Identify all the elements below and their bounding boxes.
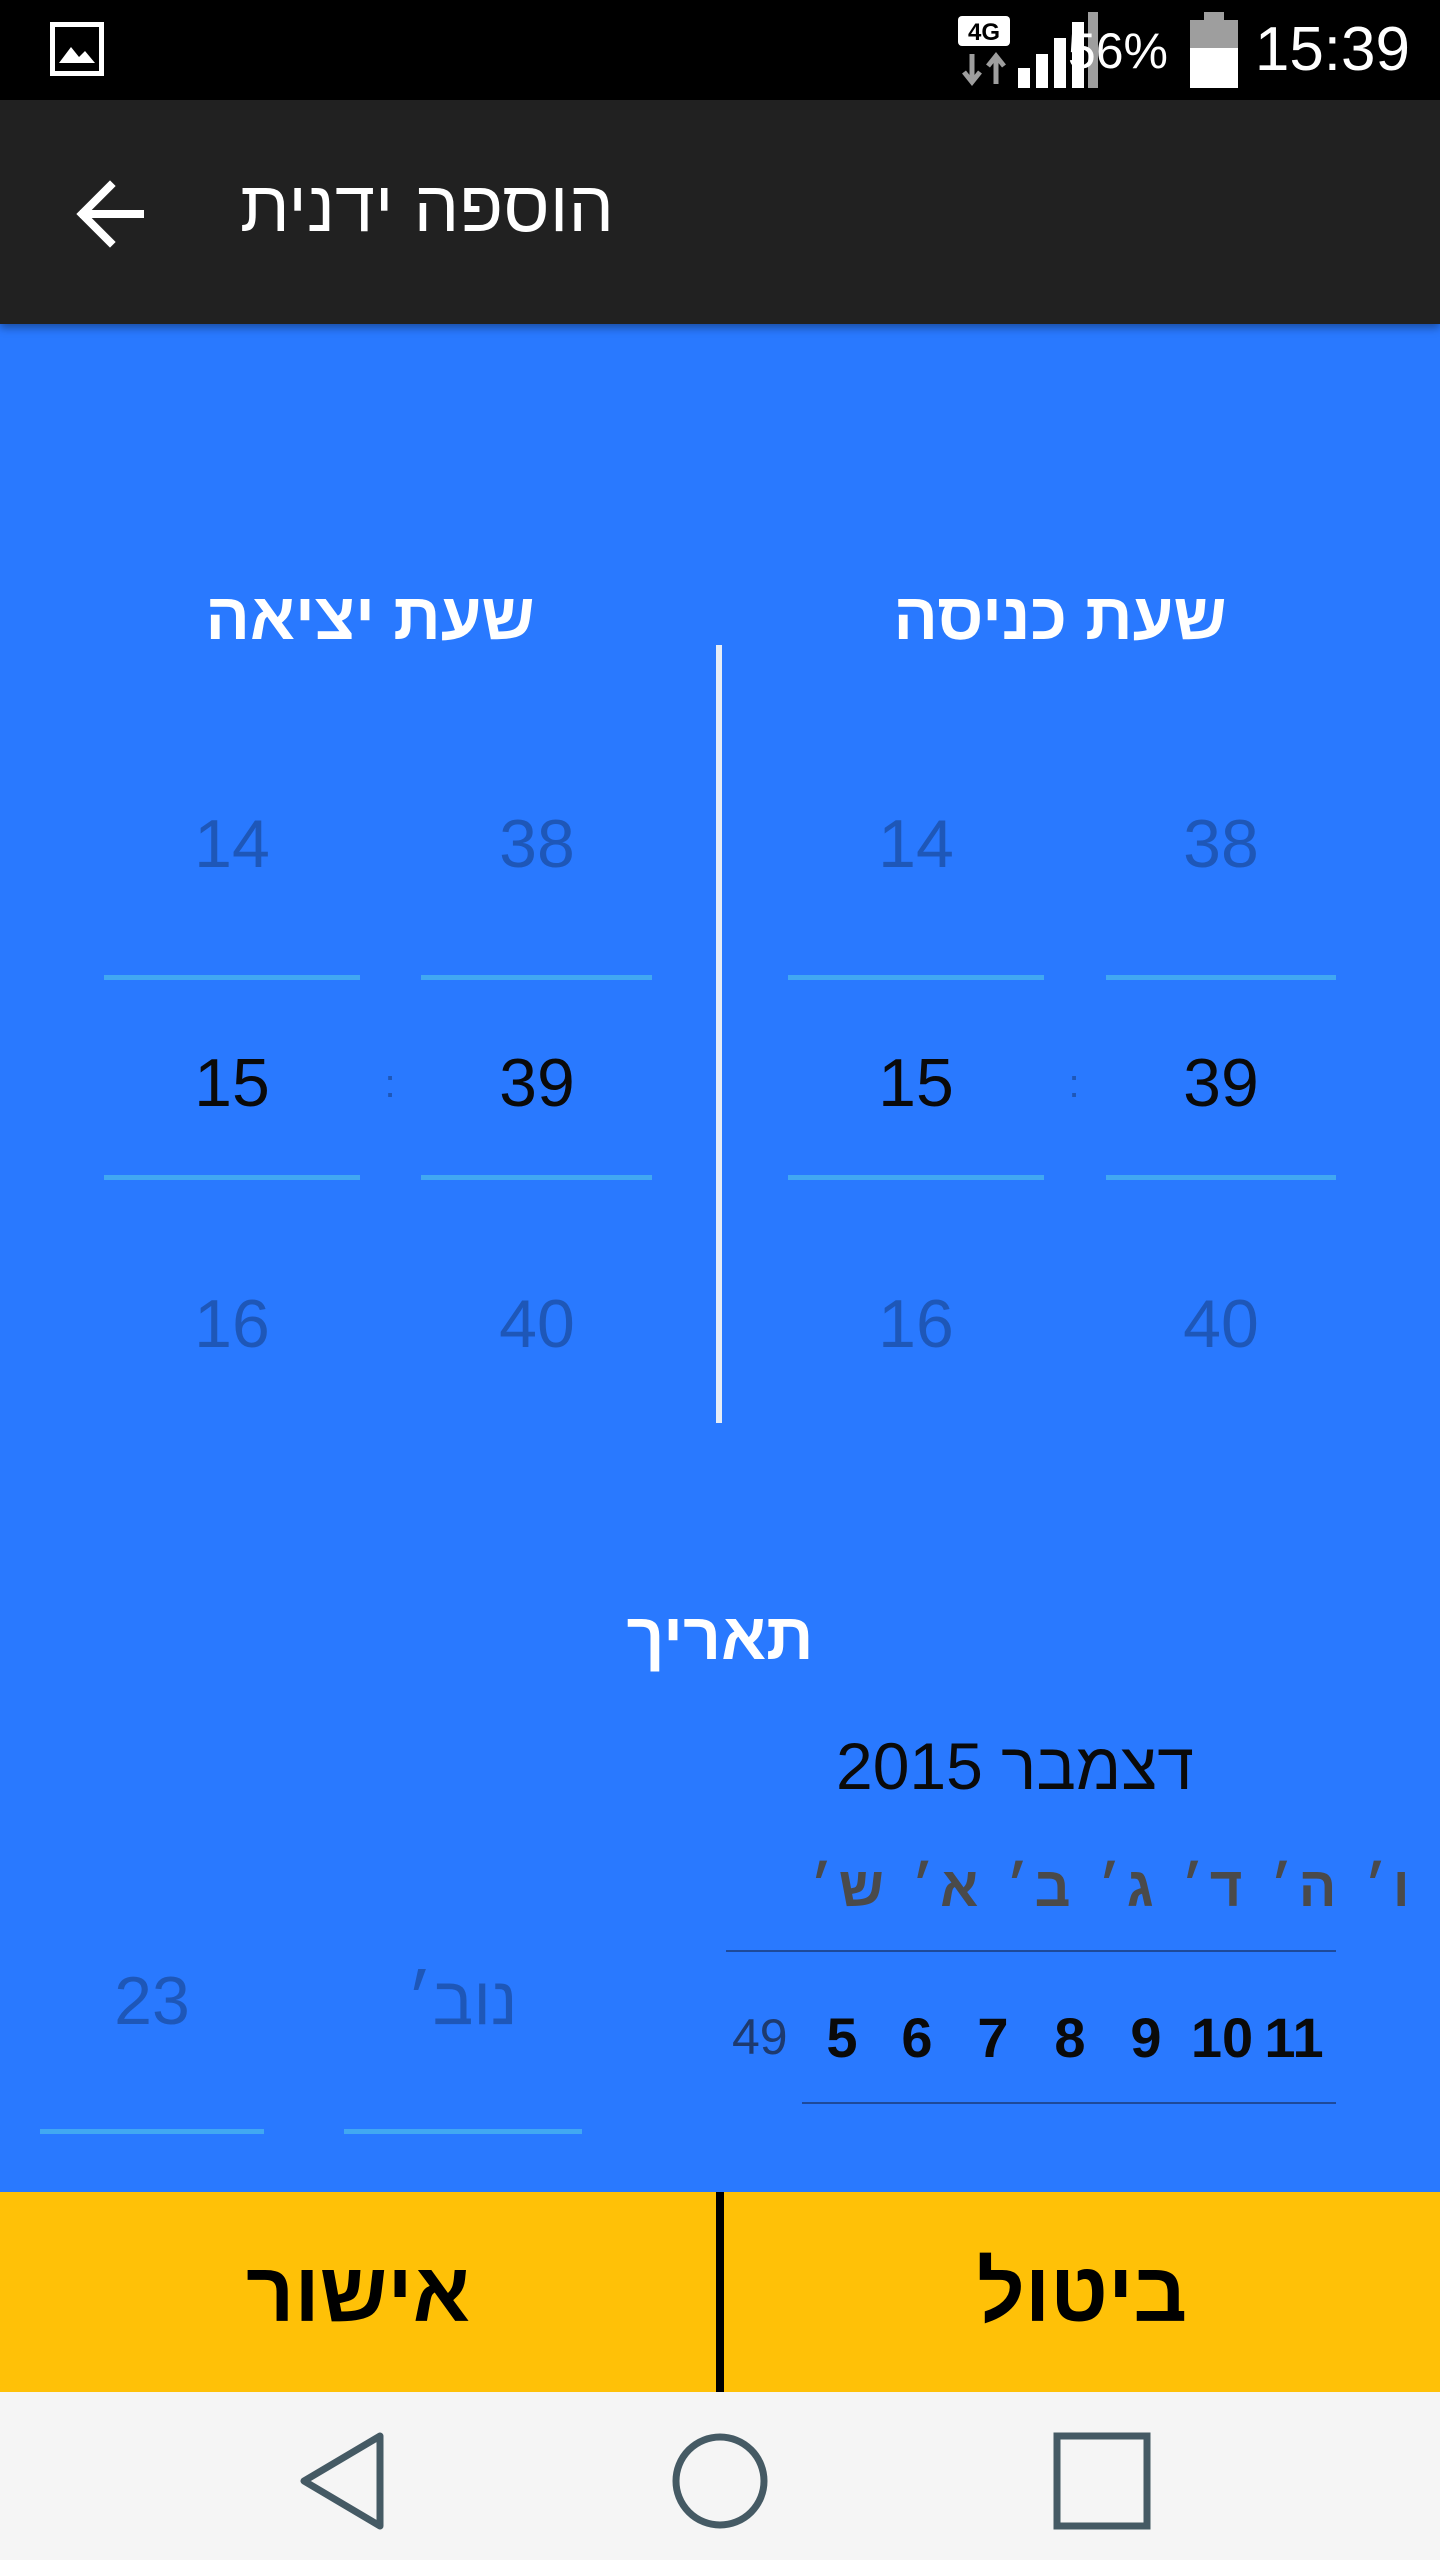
calendar-day[interactable]: 5 — [804, 2005, 880, 2070]
exit-minute-line-bottom — [421, 1175, 652, 1180]
entry-minute-prev[interactable]: 38 — [1121, 805, 1321, 883]
back-arrow-icon[interactable] — [70, 172, 154, 256]
date-day-line — [40, 2129, 264, 2134]
nav-recents-icon[interactable] — [1047, 2426, 1157, 2536]
date-month-line — [344, 2129, 582, 2134]
nav-home-icon[interactable] — [665, 2426, 775, 2536]
calendar-weekday-header: ו׳ ה׳ ד׳ ג׳ ב׳ א׳ ש׳ — [810, 1855, 1416, 1918]
calendar-month-label: דצמבר 2015 — [836, 1729, 1194, 1803]
gallery-notification-icon — [50, 22, 104, 76]
entry-minute-next[interactable]: 40 — [1121, 1285, 1321, 1363]
exit-hour-line-top — [104, 975, 360, 980]
page-title: הוספה ידנית — [240, 167, 615, 247]
entry-minute-line-top — [1106, 975, 1336, 980]
entry-hour-prev[interactable]: 14 — [816, 805, 1016, 883]
status-bar: 4G 56% 15:39 — [0, 0, 1440, 100]
system-nav-bar — [0, 2392, 1440, 2560]
exit-minute-prev[interactable]: 38 — [437, 805, 637, 883]
calendar-day[interactable]: 6 — [879, 2005, 955, 2070]
date-heading: תאריך — [626, 1599, 814, 1673]
exit-minute-selected[interactable]: 39 — [437, 1044, 637, 1122]
entry-minute-selected[interactable]: 39 — [1121, 1044, 1321, 1122]
exit-hour-selected[interactable]: 15 — [132, 1044, 332, 1122]
date-month-spinner[interactable]: נוב׳ — [362, 1962, 562, 2040]
calendar-week-number: 49 — [732, 2009, 788, 2065]
calendar-day[interactable]: 7 — [955, 2005, 1031, 2070]
entry-hour-line-top — [788, 975, 1044, 980]
exit-hour-next[interactable]: 16 — [132, 1285, 332, 1363]
button-separator — [716, 2192, 724, 2392]
battery-percentage: 56% — [1067, 23, 1168, 79]
calendar-week-divider — [802, 2102, 1336, 2104]
calendar-day[interactable]: 11 — [1256, 2005, 1332, 2070]
entry-time-heading: שעת כניסה — [893, 579, 1227, 653]
cancel-button[interactable]: ביטול — [724, 2192, 1440, 2392]
clock: 15:39 — [1254, 15, 1410, 84]
app-bar: הוספה ידנית — [0, 100, 1440, 324]
svg-text:4G: 4G — [968, 19, 1000, 46]
entry-hour-line-bottom — [788, 1175, 1044, 1180]
date-day-spinner[interactable]: 23 — [52, 1962, 252, 2040]
calendar-header-divider — [726, 1950, 1336, 1952]
exit-time-colon: : — [384, 1062, 396, 1106]
exit-minute-next[interactable]: 40 — [437, 1285, 637, 1363]
exit-hour-line-bottom — [104, 1175, 360, 1180]
action-bar: אישור ביטול — [0, 2192, 1440, 2392]
confirm-button[interactable]: אישור — [0, 2192, 716, 2392]
exit-minute-line-top — [421, 975, 652, 980]
entry-hour-next[interactable]: 16 — [816, 1285, 1016, 1363]
calendar-day[interactable]: 8 — [1032, 2005, 1108, 2070]
calendar-day[interactable]: 9 — [1108, 2005, 1184, 2070]
entry-minute-line-bottom — [1106, 1175, 1336, 1180]
nav-back-icon[interactable] — [290, 2426, 400, 2536]
entry-time-colon: : — [1068, 1062, 1080, 1106]
entry-hour-selected[interactable]: 15 — [816, 1044, 1016, 1122]
exit-time-heading: שעת יציאה — [205, 579, 535, 653]
time-divider — [716, 645, 722, 1423]
battery-icon — [1190, 12, 1238, 88]
exit-hour-prev[interactable]: 14 — [132, 805, 332, 883]
network-4g-icon: 4G — [958, 16, 1010, 87]
calendar-day[interactable]: 10 — [1184, 2005, 1260, 2070]
